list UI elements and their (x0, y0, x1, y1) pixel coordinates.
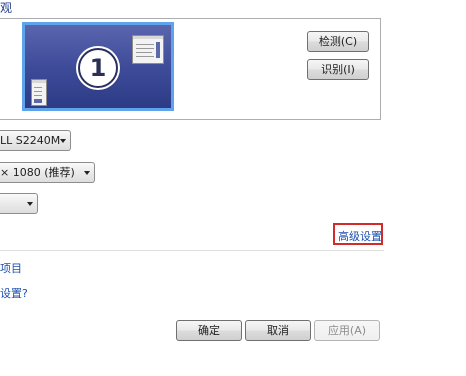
display-monitor-select[interactable]: LL S2240M (0, 130, 71, 151)
resolution-select[interactable]: × 1080 (推荐) (0, 162, 95, 183)
ok-button[interactable]: 确定 (176, 320, 242, 341)
identify-button[interactable]: 识别(I) (307, 59, 369, 80)
apply-button[interactable]: 应用(A) (314, 320, 380, 341)
orientation-select[interactable] (0, 193, 38, 214)
section-title: 观 (0, 1, 13, 15)
items-link[interactable]: 项目 (0, 260, 22, 276)
settings-help-link[interactable]: 设置? (0, 285, 28, 301)
cancel-button[interactable]: 取消 (245, 320, 311, 341)
window-thumbnail-icon (132, 35, 164, 64)
chevron-down-icon (60, 139, 66, 143)
detect-button[interactable]: 检测(C) (307, 31, 369, 52)
display-monitor-value: LL S2240M (0, 134, 61, 147)
advanced-settings-link[interactable]: 高级设置 (338, 228, 382, 244)
divider (0, 250, 384, 251)
monitor-1-preview[interactable]: 1 (22, 22, 174, 111)
monitor-number-badge: 1 (78, 48, 118, 88)
resolution-value: × 1080 (推荐) (0, 166, 75, 179)
chevron-down-icon (84, 171, 90, 175)
window-thumbnail-icon (31, 79, 47, 106)
chevron-down-icon (27, 202, 33, 206)
